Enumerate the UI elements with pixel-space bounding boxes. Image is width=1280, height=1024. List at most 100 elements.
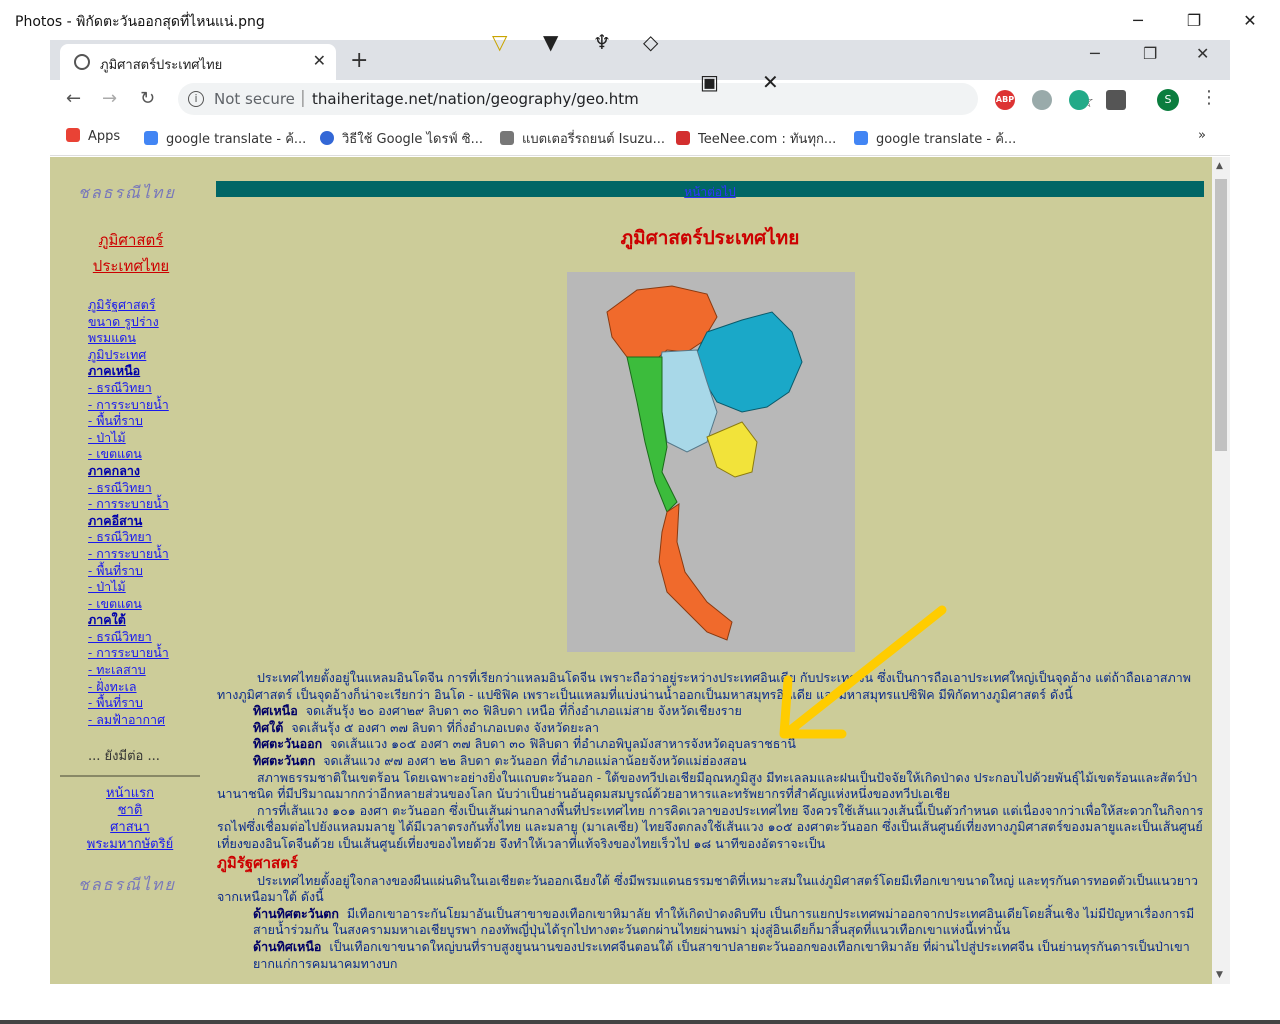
sidebar-item-21[interactable]: - การระบายน้ำ — [88, 645, 218, 662]
tab-close-button[interactable]: ✕ — [313, 51, 326, 70]
new-tab-button[interactable]: + — [350, 48, 368, 73]
sidebar-item-18[interactable]: - เขตแดน — [88, 596, 218, 613]
photos-minimize-button[interactable]: ─ — [1110, 0, 1166, 40]
globe-icon — [74, 54, 90, 70]
back-arrow-icon[interactable]: ← — [66, 88, 81, 109]
bookmark-google-drive-help[interactable]: วิธีใช้ Google ไดรฟ์ ซิ... — [320, 128, 483, 149]
sidebar-item-20[interactable]: - ธรณีวิทยา — [88, 629, 218, 646]
profile-avatar[interactable]: S — [1157, 89, 1179, 111]
close-markup-icon[interactable]: ✕ — [762, 70, 779, 94]
adblock-extension-icon[interactable]: ABP — [995, 90, 1015, 110]
forward-arrow-icon[interactable]: → — [102, 88, 117, 109]
google-icon — [854, 131, 868, 145]
bookmark-isuzu-battery[interactable]: แบตเตอรี่รถยนต์ Isuzu... — [500, 128, 665, 149]
sidebar-more-text: ... ยังมีต่อ ... — [88, 749, 160, 764]
page-viewport: ชลธรณีไทย ภูมิศาสตร์ ประเทศไทย ภูมิรัฐศา… — [50, 157, 1230, 984]
sidebar-link-religion[interactable]: ศาสนา — [80, 819, 180, 836]
photos-restore-button[interactable]: ❐ — [1166, 0, 1222, 40]
calligraphy-pen-icon[interactable]: ♆ — [593, 30, 611, 54]
sidebar-item-25[interactable]: - ลมฟ้าอากาศ — [88, 712, 218, 729]
sidebar-item-4[interactable]: ภาคเหนือ — [88, 363, 218, 380]
sidebar-item-11[interactable]: - ธรณีวิทยา — [88, 480, 218, 497]
sidebar-item-22[interactable]: - ทะเลสาบ — [88, 662, 218, 679]
sidebar-item-17[interactable]: - ป่าไม้ — [88, 579, 218, 596]
thailand-map-image — [567, 272, 855, 652]
teenee-icon — [676, 131, 690, 145]
article-body: ประเทศไทยตั้งอยู่ในแหลมอินโดจีน การที่เร… — [217, 670, 1205, 972]
vertical-scrollbar[interactable]: ▲ ▼ — [1212, 157, 1230, 984]
reload-icon[interactable]: ↻ — [140, 88, 155, 109]
timezone-paragraph: การที่เส้นแวง ๑๐๑ องศา ตะวันออก ซึ่งเป็น… — [217, 802, 1204, 851]
scrollbar-thumb[interactable] — [1215, 179, 1227, 451]
sidebar-item-12[interactable]: - การระบายน้ำ — [88, 496, 218, 513]
sidebar-item-0[interactable]: ภูมิรัฐศาสตร์ — [88, 297, 218, 314]
sidebar-item-5[interactable]: - ธรณีวิทยา — [88, 380, 218, 397]
sidebar-item-6[interactable]: - การระบายน้ำ — [88, 397, 218, 414]
chrome-close-button[interactable]: ✕ — [1196, 44, 1209, 63]
extension-icon[interactable] — [1032, 90, 1052, 110]
sidebar-item-9[interactable]: - เขตแดน — [88, 446, 218, 463]
save-icon[interactable]: ▣ — [700, 70, 719, 94]
bookmark-teenee[interactable]: TeeNee.com : ทันทุก... — [676, 128, 836, 149]
photos-close-button[interactable]: ✕ — [1222, 0, 1278, 40]
sidebar-nav-secondary: หน้าแรก ชาติ ศาสนา พระมหากษัตริย์ — [80, 785, 180, 853]
sidebar-item-10[interactable]: ภาคกลาง — [88, 463, 218, 480]
geopolitics-paragraph: ประเทศไทยตั้งอยู่ใจกลางของผืนแผ่นดินในเอ… — [217, 872, 1199, 905]
sidebar-item-16[interactable]: - พื้นที่ราบ — [88, 563, 218, 580]
sidebar-item-2[interactable]: พรมแดน — [88, 330, 218, 347]
url-separator: | — [300, 88, 306, 108]
ballpoint-pen-icon[interactable]: ▼ — [543, 30, 558, 54]
intro-paragraph: ประเทศไทยตั้งอยู่ในแหลมอินโดจีน การที่เร… — [217, 670, 1191, 702]
sidebar-item-15[interactable]: - การระบายน้ำ — [88, 546, 218, 563]
sidebar-title[interactable]: ภูมิศาสตร์ ประเทศไทย — [88, 227, 174, 279]
scroll-up-icon[interactable]: ▲ — [1216, 161, 1223, 171]
url-text[interactable]: thaiheritage.net/nation/geography/geo.ht… — [312, 90, 639, 108]
next-page-link[interactable]: หน้าต่อไป — [684, 185, 736, 199]
coord-north: ทิศเหนือ จดเส้นรุ้ง ๒๐ องศา๒๙ ลิบดา ๓๐ ฟ… — [253, 703, 742, 719]
chrome-restore-button[interactable]: ❐ — [1143, 44, 1157, 63]
address-bar[interactable]: i Not secure | thaiheritage.net/nation/g… — [178, 83, 1094, 115]
sidebar-nav: ภูมิรัฐศาสตร์ ขนาด รูปร่าง พรมแดน ภูมิประเท… — [88, 297, 218, 728]
sidebar-link-king[interactable]: พระมหากษัตริย์ — [80, 836, 180, 853]
screenshot-extension-icon[interactable] — [1106, 90, 1126, 110]
sidebar-item-3[interactable]: ภูมิประเทศ — [88, 347, 218, 364]
chrome-window: ภูมิศาสตร์ประเทศไทย ✕ + ─ ❐ ✕ ← → ↻ i No… — [50, 40, 1230, 984]
highlighter-pen-icon[interactable]: ▽ — [492, 30, 507, 54]
bookmark-google-translate-2[interactable]: google translate - ค้... — [854, 128, 1016, 149]
nature-paragraph: สภาพธรรมชาติในเขตร้อน โดยเฉพาะอย่างยิ่งใ… — [217, 769, 1198, 802]
geo-west: ด้านทิศตะวันตก มีเทือกเขาอาระกันโยมาอันเ… — [253, 905, 1195, 938]
sidebar-item-7[interactable]: - พื้นที่ราบ — [88, 413, 218, 430]
sidebar-item-14[interactable]: - ธรณีวิทยา — [88, 529, 218, 546]
bookmark-google-translate[interactable]: google translate - ค้... — [144, 128, 306, 149]
markup-actions: ▣ ✕ — [682, 48, 790, 120]
sidebar-item-8[interactable]: - ป่าไม้ — [88, 430, 218, 447]
bookmark-apps[interactable]: Apps — [66, 128, 120, 144]
sidebar-item-19[interactable]: ภาคใต้ — [88, 612, 218, 629]
site-logo-top: ชลธรณีไทย — [78, 183, 176, 202]
coord-west: ทิศตะวันตก จดเส้นแวง ๙๗ องศา ๒๒ ลิบดา ตะ… — [253, 752, 747, 768]
yellow-annotation-arrow — [779, 605, 947, 739]
sidebar-item-23[interactable]: - ฝั่งทะเล — [88, 679, 218, 696]
site-icon — [500, 131, 514, 145]
bookmarks-overflow-button[interactable]: » — [1198, 128, 1206, 143]
scroll-down-icon[interactable]: ▼ — [1216, 970, 1223, 980]
sidebar-link-home[interactable]: หน้าแรก — [80, 785, 180, 802]
kebab-menu-icon[interactable]: ⋮ — [1200, 87, 1218, 108]
left-sidebar: ชลธรณีไทย ภูมิศาสตร์ ประเทศไทย ภูมิรัฐศา… — [50, 157, 210, 984]
taskbar-edge — [0, 1020, 1280, 1024]
sidebar-link-nation[interactable]: ชาติ — [80, 802, 180, 819]
info-icon[interactable]: i — [188, 91, 204, 107]
geo-north: ด้านทิศเหนือ เป็นเทือกเขาขนาดใหญ่บนที่รา… — [253, 938, 1190, 971]
sidebar-item-1[interactable]: ขนาด รูปร่าง — [88, 314, 218, 331]
eraser-icon[interactable]: ◇ — [643, 30, 658, 54]
photos-window-title: Photos - พิกัดตะวันออกสุดที่ไหนแน่.png — [15, 14, 265, 30]
chrome-minimize-button[interactable]: ─ — [1090, 44, 1100, 63]
sidebar-item-13[interactable]: ภาคอีสาน — [88, 513, 218, 530]
sidebar-divider — [60, 775, 200, 777]
browser-tab-geography[interactable]: ภูมิศาสตร์ประเทศไทย ✕ — [60, 44, 336, 80]
globe-extension-icon[interactable] — [1069, 90, 1089, 110]
browser-toolbar: ← → ↻ i Not secure | thaiheritage.net/na… — [50, 80, 1230, 118]
thailand-map-drawing — [606, 285, 803, 641]
sidebar-item-24[interactable]: - พื้นที่ราบ — [88, 695, 218, 712]
tab-title: ภูมิศาสตร์ประเทศไทย — [100, 58, 223, 73]
